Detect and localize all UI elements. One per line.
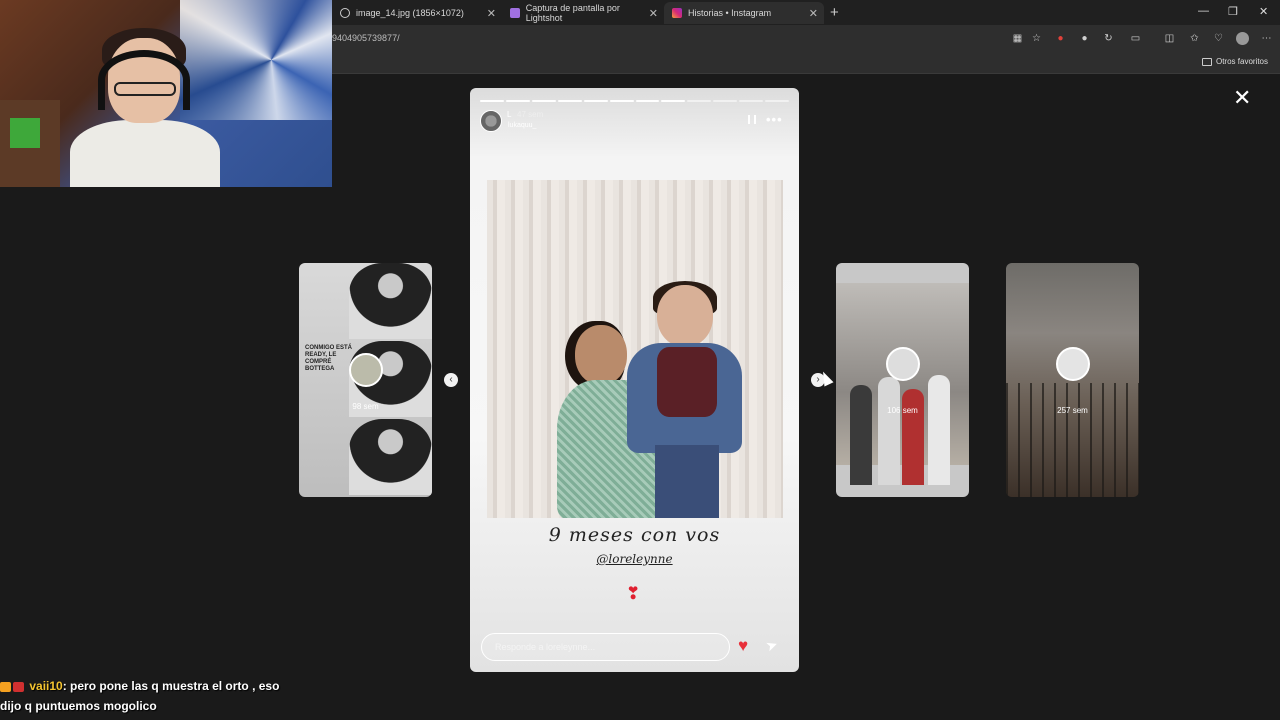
other-favorites-folder[interactable]: Otros favoritos bbox=[1201, 57, 1268, 66]
pause-icon[interactable] bbox=[748, 115, 756, 124]
preview-image bbox=[349, 419, 432, 495]
creeper-figure bbox=[10, 118, 40, 148]
preview-time: 98 sem bbox=[352, 402, 379, 411]
story-time: 47 sem bbox=[517, 110, 544, 119]
location-icon[interactable]: ● bbox=[1078, 32, 1091, 45]
preview-time: 106 sem bbox=[887, 406, 918, 415]
headset-icon bbox=[98, 50, 190, 110]
progress-segment bbox=[765, 100, 790, 102]
story-photo bbox=[487, 180, 783, 518]
tab-close-icon[interactable]: ✕ bbox=[649, 7, 658, 20]
split-screen-icon[interactable]: ◫ bbox=[1163, 32, 1176, 45]
progress-segment bbox=[480, 100, 504, 102]
avatar bbox=[886, 347, 920, 381]
heart-exclamation-icon: ❣ bbox=[626, 584, 641, 603]
extension-icon[interactable]: ● bbox=[1054, 32, 1067, 45]
tab-lightshot[interactable]: Captura de pantalla por Lightshot ✕ bbox=[502, 2, 664, 24]
progress-segment bbox=[661, 100, 686, 102]
profile-avatar-icon[interactable] bbox=[1236, 32, 1249, 45]
progress-segment bbox=[557, 100, 582, 102]
story-mention[interactable]: @loreleynne bbox=[470, 552, 799, 566]
star-icon[interactable]: ☆ bbox=[1030, 32, 1043, 45]
menu-icon[interactable]: ⋯ bbox=[1260, 32, 1273, 45]
tab-title: image_14.jpg (1856×1072) bbox=[356, 8, 464, 18]
favorites-icon[interactable]: ✩ bbox=[1188, 32, 1201, 45]
preview-time: 257 sem bbox=[1057, 406, 1088, 415]
apps-icon[interactable]: ▦ bbox=[1011, 32, 1024, 45]
restore-button[interactable]: ❐ bbox=[1228, 5, 1238, 18]
instagram-icon bbox=[672, 8, 682, 18]
story-progress-bar bbox=[480, 100, 790, 102]
progress-segment bbox=[739, 100, 764, 102]
story-username[interactable]: L bbox=[507, 110, 511, 119]
globe-icon bbox=[340, 8, 350, 18]
tab-image[interactable]: image_14.jpg (1856×1072) ✕ bbox=[332, 2, 502, 24]
tab-title: Historias • Instagram bbox=[688, 8, 772, 18]
progress-segment bbox=[531, 100, 556, 102]
preview-overlay-text: CONMIGO ESTÁ READY, LE COMPRÉ BOTTEGA bbox=[305, 345, 353, 372]
story-preview-card-prev[interactable]: CONMIGO ESTÁ READY, LE COMPRÉ BOTTEGA 98… bbox=[299, 263, 432, 497]
progress-segment bbox=[635, 100, 660, 102]
preview-image bbox=[349, 263, 432, 339]
folder-icon bbox=[1201, 57, 1212, 66]
progress-segment bbox=[583, 100, 608, 102]
screen: image_14.jpg (1856×1072) ✕ Captura de pa… bbox=[0, 0, 1280, 720]
story-card[interactable]: L 47 sem lukaquu_ ••• 9 meses con vos @l… bbox=[470, 88, 799, 672]
progress-segment bbox=[505, 100, 530, 102]
other-favorites-label: Otros favoritos bbox=[1215, 57, 1268, 66]
new-tab-button[interactable]: + bbox=[830, 4, 839, 21]
url-field[interactable]: 9404905739877/ bbox=[332, 33, 400, 43]
heart-pulse-icon[interactable]: ♡ bbox=[1212, 32, 1225, 45]
boy-figure bbox=[627, 281, 742, 518]
like-heart-icon[interactable]: ♥ bbox=[738, 636, 748, 656]
tab-title: Captura de pantalla por Lightshot bbox=[525, 3, 620, 23]
chat-badge-icon bbox=[13, 681, 24, 692]
feather-icon bbox=[510, 8, 520, 18]
reply-placeholder: Responde a loreleynne... bbox=[495, 642, 596, 652]
story-preview-card-next[interactable]: 106 sem bbox=[836, 263, 969, 497]
send-icon[interactable]: ➤ bbox=[763, 636, 780, 656]
avatar bbox=[1056, 347, 1090, 381]
streamer bbox=[70, 20, 220, 187]
close-window-button[interactable]: ✕ bbox=[1259, 5, 1268, 18]
chat-badge-icon bbox=[0, 681, 11, 692]
close-story-icon[interactable]: ✕ bbox=[1233, 87, 1251, 109]
story-caption: 9 meses con vos bbox=[548, 524, 721, 546]
preview-people bbox=[850, 373, 960, 485]
previous-story-button[interactable]: ‹ bbox=[444, 373, 458, 387]
cast-icon[interactable]: ▭ bbox=[1129, 32, 1142, 45]
tab-close-icon[interactable]: ✕ bbox=[809, 7, 818, 20]
more-options-icon[interactable]: ••• bbox=[766, 112, 783, 127]
preview-image bbox=[1006, 383, 1139, 497]
chat-message: : pero pone las q muestra el orto , eso bbox=[62, 679, 280, 693]
chat-message-line1: vaii10: pero pone las q muestra el orto … bbox=[0, 676, 320, 696]
chat-overlay: vaii10: pero pone las q muestra el orto … bbox=[0, 676, 320, 716]
avatar bbox=[349, 353, 383, 387]
avatar[interactable] bbox=[480, 110, 502, 132]
story-subline[interactable]: lukaquu_ bbox=[508, 122, 536, 129]
refresh-icon[interactable]: ↻ bbox=[1102, 32, 1115, 45]
minimize-button[interactable]: — bbox=[1198, 5, 1209, 17]
tab-close-icon[interactable]: ✕ bbox=[487, 7, 496, 20]
reply-input[interactable]: Responde a loreleynne... bbox=[481, 633, 730, 661]
tab-instagram[interactable]: Historias • Instagram ✕ bbox=[664, 2, 824, 24]
progress-segment bbox=[609, 100, 634, 102]
webcam-overlay bbox=[0, 0, 332, 187]
progress-segment bbox=[687, 100, 712, 102]
chat-username: vaii10 bbox=[29, 679, 63, 693]
progress-segment bbox=[713, 100, 738, 102]
chat-message-line2: dijo q puntuemos mogolico bbox=[0, 699, 157, 713]
story-preview-card-next-2[interactable]: 257 sem bbox=[1006, 263, 1139, 497]
